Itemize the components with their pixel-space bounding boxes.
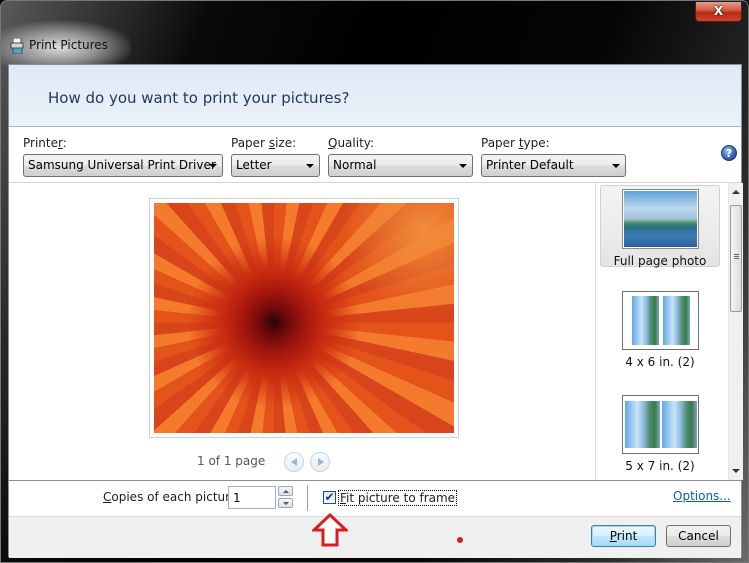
arrow-down-icon bbox=[283, 502, 289, 505]
grip-icon bbox=[734, 254, 739, 255]
fit-picture-checkbox[interactable]: ✔ bbox=[323, 491, 336, 504]
previous-page-button[interactable] bbox=[284, 452, 304, 472]
landscape-thumbnail-image bbox=[623, 191, 697, 247]
close-button[interactable]: X bbox=[695, 2, 742, 22]
paper-size-select[interactable]: Letter bbox=[231, 154, 320, 177]
layout-label: 4 x 6 in. (2) bbox=[625, 355, 695, 369]
chevron-down-icon bbox=[612, 164, 620, 168]
layout-label: 5 x 7 in. (2) bbox=[625, 459, 695, 473]
layout-scrollbar[interactable] bbox=[728, 183, 743, 480]
printer-select[interactable]: Samsung Universal Print Driver bbox=[23, 154, 223, 177]
options-link[interactable]: Options... bbox=[673, 489, 731, 503]
annotation-arrow-icon bbox=[312, 513, 348, 547]
divider bbox=[9, 480, 741, 481]
header-band: How do you want to print your pictures? bbox=[9, 65, 741, 127]
divider bbox=[307, 485, 308, 511]
copies-label: Copies of each picture: bbox=[103, 490, 242, 504]
arrow-right-icon bbox=[318, 458, 324, 466]
layout-item-full-page[interactable]: Full page photo bbox=[600, 185, 720, 268]
layout-label: Full page photo bbox=[613, 254, 707, 268]
page-title: How do you want to print your pictures? bbox=[48, 89, 350, 107]
paper-type-select-value: Printer Default bbox=[486, 158, 574, 172]
thumbnail-photo bbox=[661, 401, 697, 448]
thumbnail-photo bbox=[624, 401, 660, 448]
annotation-dot bbox=[457, 537, 463, 543]
fit-picture-label[interactable]: Fit picture to frame bbox=[338, 490, 458, 506]
preview-frame bbox=[149, 198, 459, 438]
page-info: 1 of 1 page bbox=[197, 454, 266, 468]
paper-size-select-value: Letter bbox=[236, 158, 272, 172]
printer-label: Printer: bbox=[23, 136, 67, 150]
print-pictures-window: Print Pictures X How do you want to prin… bbox=[0, 0, 749, 563]
paper-type-select[interactable]: Printer Default bbox=[481, 154, 626, 177]
print-button[interactable]: Print bbox=[591, 525, 656, 547]
window-title: Print Pictures bbox=[29, 38, 108, 52]
copies-decrement-button[interactable] bbox=[278, 498, 293, 508]
chevron-down-icon bbox=[209, 164, 217, 168]
scrollbar-thumb[interactable] bbox=[730, 205, 742, 312]
dialog-client-area: How do you want to print your pictures? … bbox=[8, 64, 743, 558]
scroll-up-icon[interactable] bbox=[732, 190, 740, 194]
arrow-left-icon bbox=[291, 458, 297, 466]
layout-item-5x7[interactable]: 5 x 7 in. (2) bbox=[600, 395, 720, 473]
checkmark-icon: ✔ bbox=[324, 490, 335, 504]
full-page-thumbnail bbox=[621, 189, 699, 249]
printer-icon bbox=[10, 38, 24, 54]
layout-item-4x6[interactable]: 4 x 6 in. (2) bbox=[600, 291, 720, 369]
thumbnail-photo bbox=[631, 296, 659, 345]
chevron-down-icon bbox=[306, 164, 314, 168]
paper-size-label: Paper size: bbox=[231, 136, 297, 150]
copies-increment-button[interactable] bbox=[278, 486, 293, 496]
thumbnail-photo bbox=[662, 296, 690, 345]
close-icon: X bbox=[713, 4, 724, 18]
scroll-down-icon[interactable] bbox=[732, 469, 740, 473]
next-page-button[interactable] bbox=[310, 452, 330, 472]
4x6-thumbnail bbox=[621, 291, 699, 350]
paper-type-label: Paper type: bbox=[481, 136, 550, 150]
quality-label: Quality: bbox=[328, 136, 375, 150]
quality-select-value: Normal bbox=[333, 158, 377, 172]
5x7-thumbnail bbox=[621, 395, 699, 454]
layout-list: Full page photo 4 x 6 in. (2) 5 x 7 in. … bbox=[595, 183, 743, 480]
copies-input[interactable] bbox=[228, 486, 276, 509]
arrow-up-icon bbox=[283, 490, 289, 493]
preview-photo bbox=[154, 203, 454, 433]
help-icon[interactable]: ? bbox=[721, 145, 737, 161]
cancel-button[interactable]: Cancel bbox=[666, 525, 731, 547]
quality-select[interactable]: Normal bbox=[328, 154, 473, 177]
chevron-down-icon bbox=[459, 164, 467, 168]
printer-select-value: Samsung Universal Print Driver bbox=[28, 158, 216, 172]
